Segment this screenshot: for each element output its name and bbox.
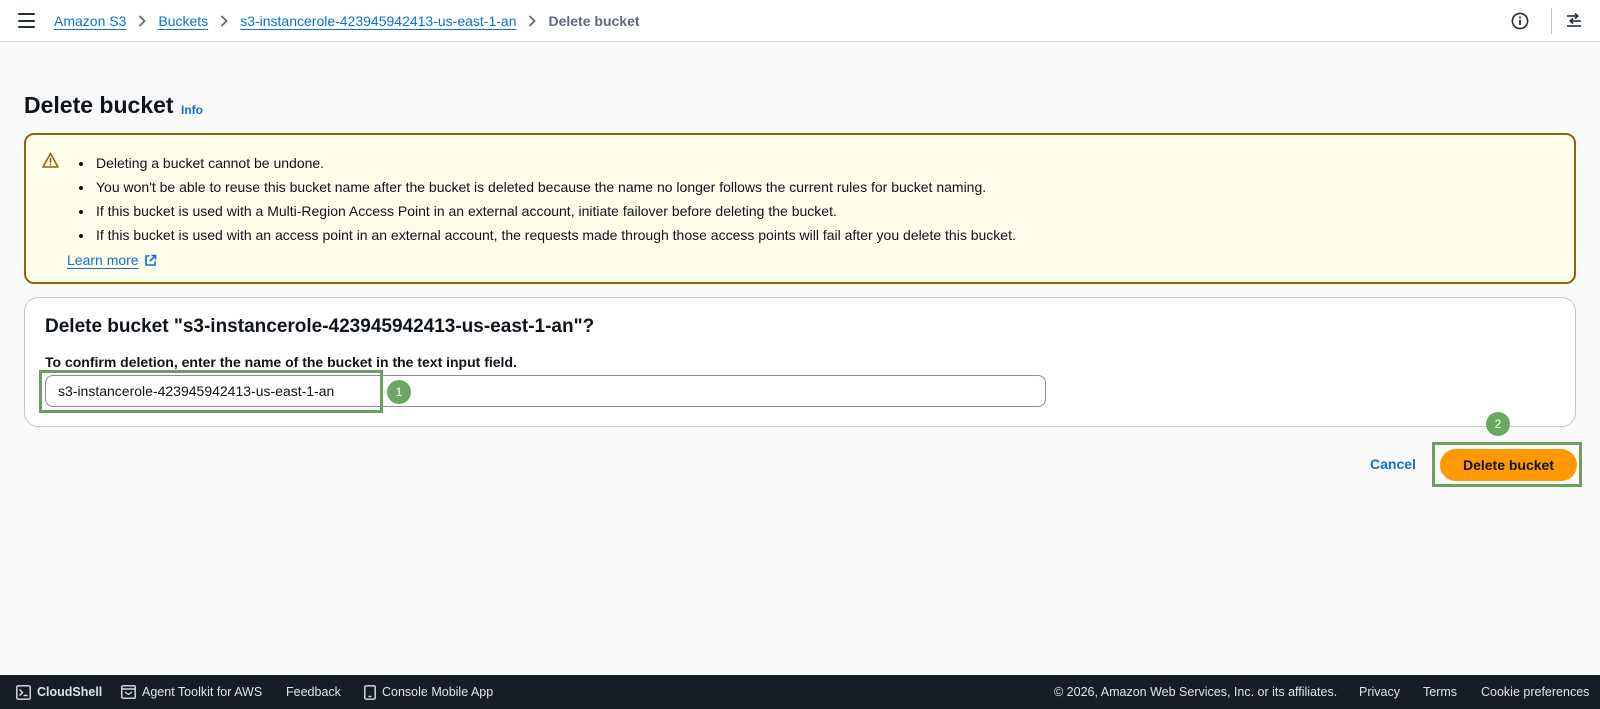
info-circle-icon[interactable] [1511,12,1529,30]
split-panel-toggle-icon[interactable] [1565,12,1583,30]
top-right-tools [1511,0,1600,42]
top-navigation-bar: Amazon S3 Buckets s3-instancerole-423945… [0,0,1600,42]
chevron-right-icon [138,15,147,27]
list-item: If this bucket is used with a Multi-Regi… [94,202,1016,226]
breadcrumb-buckets[interactable]: Buckets [158,13,208,29]
cloudshell-label: CloudShell [37,685,103,699]
copyright-label: © 2026, Amazon Web Services, Inc. or its… [1054,685,1338,699]
confirm-input-label: To confirm deletion, enter the name of t… [45,354,517,370]
chevron-right-icon [528,15,537,27]
page-title: Delete bucket [24,92,174,118]
feedback-label: Feedback [286,685,341,699]
delete-bucket-button[interactable]: Delete bucket [1440,449,1577,481]
divider [1551,8,1552,34]
terminal-icon [16,684,31,700]
terms-link[interactable]: Terms [1423,675,1457,709]
privacy-link[interactable]: Privacy [1359,675,1400,709]
list-item: Deleting a bucket cannot be undone. [94,154,1016,178]
info-link[interactable]: Info [181,103,203,117]
copyright-text: © 2026, Amazon Web Services, Inc. or its… [1054,675,1337,709]
warning-icon [42,152,59,168]
breadcrumb-current: Delete bucket [548,13,640,29]
agent-toolkit-label: Agent Toolkit for AWS [142,685,263,699]
cookie-preferences-label: Cookie preferences [1481,685,1590,699]
console-mobile-app-link[interactable]: Console Mobile App [364,675,493,709]
menu-icon[interactable] [18,13,35,28]
agent-toolkit-button[interactable]: Agent Toolkit for AWS [121,675,262,709]
mobile-phone-icon [364,684,376,700]
toolkit-icon [121,685,136,699]
privacy-label: Privacy [1359,685,1400,699]
list-item: You won't be able to reuse this bucket n… [94,178,1016,202]
breadcrumb-bucket-name[interactable]: s3-instancerole-423945942413-us-east-1-a… [240,13,516,29]
chevron-right-icon [220,15,228,27]
confirm-heading: Delete bucket "s3-instancerole-423945942… [45,316,595,337]
breadcrumb-amazon-s3[interactable]: Amazon S3 [54,13,126,29]
warning-alert: Deleting a bucket cannot be undone. You … [24,133,1576,284]
feedback-link[interactable]: Feedback [286,675,341,709]
bucket-name-confirm-input[interactable] [45,375,1046,407]
annotation-badge-2: 2 [1486,412,1510,436]
external-link-icon [144,254,156,266]
cloudshell-button[interactable]: CloudShell [16,675,102,709]
breadcrumb: Amazon S3 Buckets s3-instancerole-423945… [54,0,640,42]
warning-list: Deleting a bucket cannot be undone. You … [94,154,1016,250]
console-footer: CloudShell Agent Toolkit for AWS Feedbac… [0,675,1600,709]
learn-more-label: Learn more [67,252,139,268]
annotation-badge-1: 1 [387,380,411,404]
learn-more-link[interactable]: Learn more [67,252,157,268]
cancel-button[interactable]: Cancel [1358,453,1428,475]
confirm-delete-container: Delete bucket "s3-instancerole-423945942… [24,297,1576,427]
list-item: If this bucket is used with an access po… [94,226,1016,250]
terms-label: Terms [1423,685,1458,699]
cookie-preferences-link[interactable]: Cookie preferences [1481,675,1589,709]
mobile-app-label: Console Mobile App [382,685,494,699]
